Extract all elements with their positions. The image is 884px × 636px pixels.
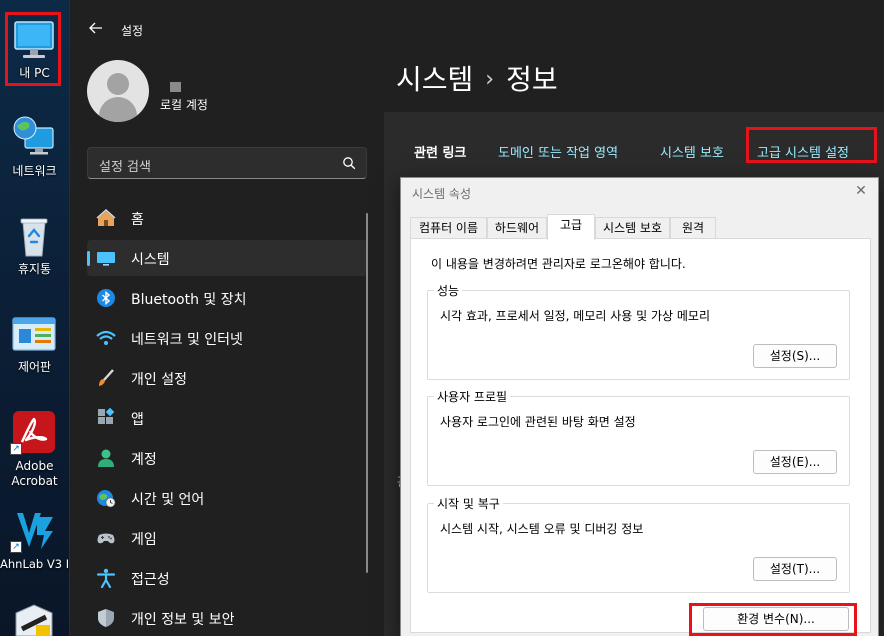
sidebar-item-privacy-security[interactable]: 개인 정보 및 보안 [87,600,367,636]
group-title: 성능 [434,282,463,299]
desktop-icon-network[interactable]: 네트워크 [0,112,69,182]
system-properties-dialog: 시스템 속성 ✕ 컴퓨터 이름 하드웨어 고급 시스템 보호 원격 이 내용을 … [400,177,879,636]
tab-advanced[interactable]: 고급 [547,214,595,240]
desktop-icon-column: 내 PC 네트워크 휴지통 제어판 ↗ Adobe Acrobat ↗ AhnL… [0,0,134,636]
sidebar-item-label: 앱 [131,412,144,428]
group-title: 시작 및 복구 [434,495,503,512]
dialog-title: 시스템 속성 [412,187,472,201]
shortcut-arrow-icon: ↗ [10,541,22,553]
group-title: 사용자 프로필 [434,388,511,405]
desktop-icon-recycle-bin[interactable]: 휴지통 [0,210,69,280]
recycle-bin-icon [20,218,48,257]
sidebar-item-label: 네트워크 및 인터넷 [131,332,243,348]
gamepad-icon [97,533,115,544]
sidebar-item-gaming[interactable]: 게임 [87,520,367,556]
related-links-bar: 관련 링크 도메인 또는 작업 영역 시스템 보호 고급 시스템 설정 [384,120,884,178]
search-icon [343,157,356,170]
shortcut-arrow-icon: ↗ [10,443,22,455]
desktop-icon-label: 네트워크 [12,164,57,178]
desktop-icon-control-panel[interactable]: 제어판 [0,308,69,378]
sidebar-item-apps[interactable]: 앱 [87,400,367,436]
group-description: 사용자 로그인에 관련된 바탕 화면 설정 [440,415,636,429]
system-monitor-icon [97,252,115,266]
accessibility-icon [96,568,116,588]
sidebar-item-accessibility[interactable]: 접근성 [87,560,367,596]
settings-titlebar: 설정 [70,0,884,60]
desktop-icon-label: 제어판 [17,360,52,374]
search-input[interactable]: 설정 검색 [87,147,367,179]
tab-system-protection[interactable]: 시스템 보호 [595,217,670,239]
environment-variables-button[interactable]: 환경 변수(N)... [703,607,849,631]
desktop-icon-label: Adobe Acrobat [11,459,58,488]
link-advanced-system-settings[interactable]: 고급 시스템 설정 [757,142,849,161]
sidebar-item-label: 개인 설정 [131,372,187,388]
desktop-icon-ahnlab-v3[interactable]: ↗ AhnLab V3 Internet S... [0,503,134,593]
wifi-icon [96,330,116,345]
breadcrumb-parent[interactable]: 시스템 [396,63,473,96]
desktop-icon-this-pc[interactable]: 내 PC [0,14,69,84]
sidebar-item-system[interactable]: 시스템 [87,240,367,276]
active-indicator [87,251,90,266]
close-icon[interactable]: ✕ [852,182,870,200]
avatar-shoulders [99,97,137,122]
search-placeholder: 설정 검색 [99,160,151,175]
sidebar-item-label: 계정 [131,452,157,468]
page-title: 정보 [506,63,558,96]
group-user-profiles: 사용자 프로필 사용자 로그인에 관련된 바탕 화면 설정 설정(E)... [427,388,850,486]
tab-remote[interactable]: 원격 [670,217,716,239]
sidebar-item-personalization[interactable]: 개인 설정 [87,360,367,396]
apps-icon [98,408,115,424]
app-title: 설정 [121,24,144,38]
sidebar-item-label: Bluetooth 및 장치 [131,292,247,308]
desktop-icon-label: AhnLab V3 Internet S... [0,557,134,571]
sidebar-item-label: 개인 정보 및 보안 [131,612,235,628]
related-links-title: 관련 링크 [414,146,467,161]
group-startup-recovery: 시작 및 복구 시스템 시작, 시스템 오류 및 디버깅 정보 설정(T)... [427,495,850,593]
admin-note: 이 내용을 변경하려면 관리자로 로그온해야 합니다. [431,257,686,271]
group-description: 시스템 시작, 시스템 오류 및 디버깅 정보 [440,522,644,536]
group-performance: 성능 시각 효과, 프로세서 일정, 메모리 사용 및 가상 메모리 설정(S)… [427,282,850,380]
sidebar-item-home[interactable]: 홈 [87,200,367,236]
avatar-head [107,73,129,95]
group-description: 시각 효과, 프로세서 일정, 메모리 사용 및 가상 메모리 [440,309,710,323]
desktop-icon-adobe-acrobat[interactable]: ↗ Adobe Acrobat [0,405,69,495]
network-globe-icon [13,116,54,155]
advanced-tab-panel: 이 내용을 변경하려면 관리자로 로그온해야 합니다. 성능 시각 효과, 프로… [410,238,871,633]
user-profiles-settings-button[interactable]: 설정(E)... [753,450,837,474]
home-icon [96,208,116,226]
sidebar-item-label: 게임 [131,532,157,548]
sidebar-item-time-language[interactable]: 시간 및 언어 [87,480,367,516]
shield-icon [98,609,114,627]
sidebar-item-network[interactable]: 네트워크 및 인터넷 [87,320,367,356]
breadcrumb-separator: › [485,67,495,92]
desktop-icon-label: 내 PC [19,66,50,80]
avatar[interactable] [87,60,149,122]
sidebar-item-accounts[interactable]: 계정 [87,440,367,476]
monitor-icon [14,21,54,58]
desktop-icon-label: 휴지통 [17,262,52,276]
sidebar-item-label: 시간 및 언어 [131,492,205,508]
tab-computer-name[interactable]: 컴퓨터 이름 [410,217,487,239]
breadcrumb: 시스템 › 정보 [396,58,558,98]
back-arrow-icon [89,22,102,34]
startup-recovery-settings-button[interactable]: 설정(T)... [753,557,837,581]
account-icon [98,449,114,467]
sidebar-item-label: 시스템 [131,252,170,268]
back-button[interactable] [84,16,108,44]
globe-clock-icon [97,490,116,508]
partial-desktop-icon [15,604,53,636]
sidebar-item-bluetooth[interactable]: Bluetooth 및 장치 [87,280,367,316]
brush-icon [99,369,114,386]
sidebar-item-label: 접근성 [131,572,170,588]
account-type: 로컬 계정 [160,98,208,112]
control-panel-icon [12,317,56,351]
bluetooth-icon [97,289,115,307]
link-domain-workgroup[interactable]: 도메인 또는 작업 영역 [498,142,618,161]
sidebar-item-label: 홈 [131,212,144,228]
link-system-protection[interactable]: 시스템 보호 [660,142,724,161]
performance-settings-button[interactable]: 설정(S)... [753,344,837,368]
sidebar-scrollbar[interactable] [366,213,368,573]
redacted-user-name [170,82,181,92]
tab-hardware[interactable]: 하드웨어 [487,217,547,239]
